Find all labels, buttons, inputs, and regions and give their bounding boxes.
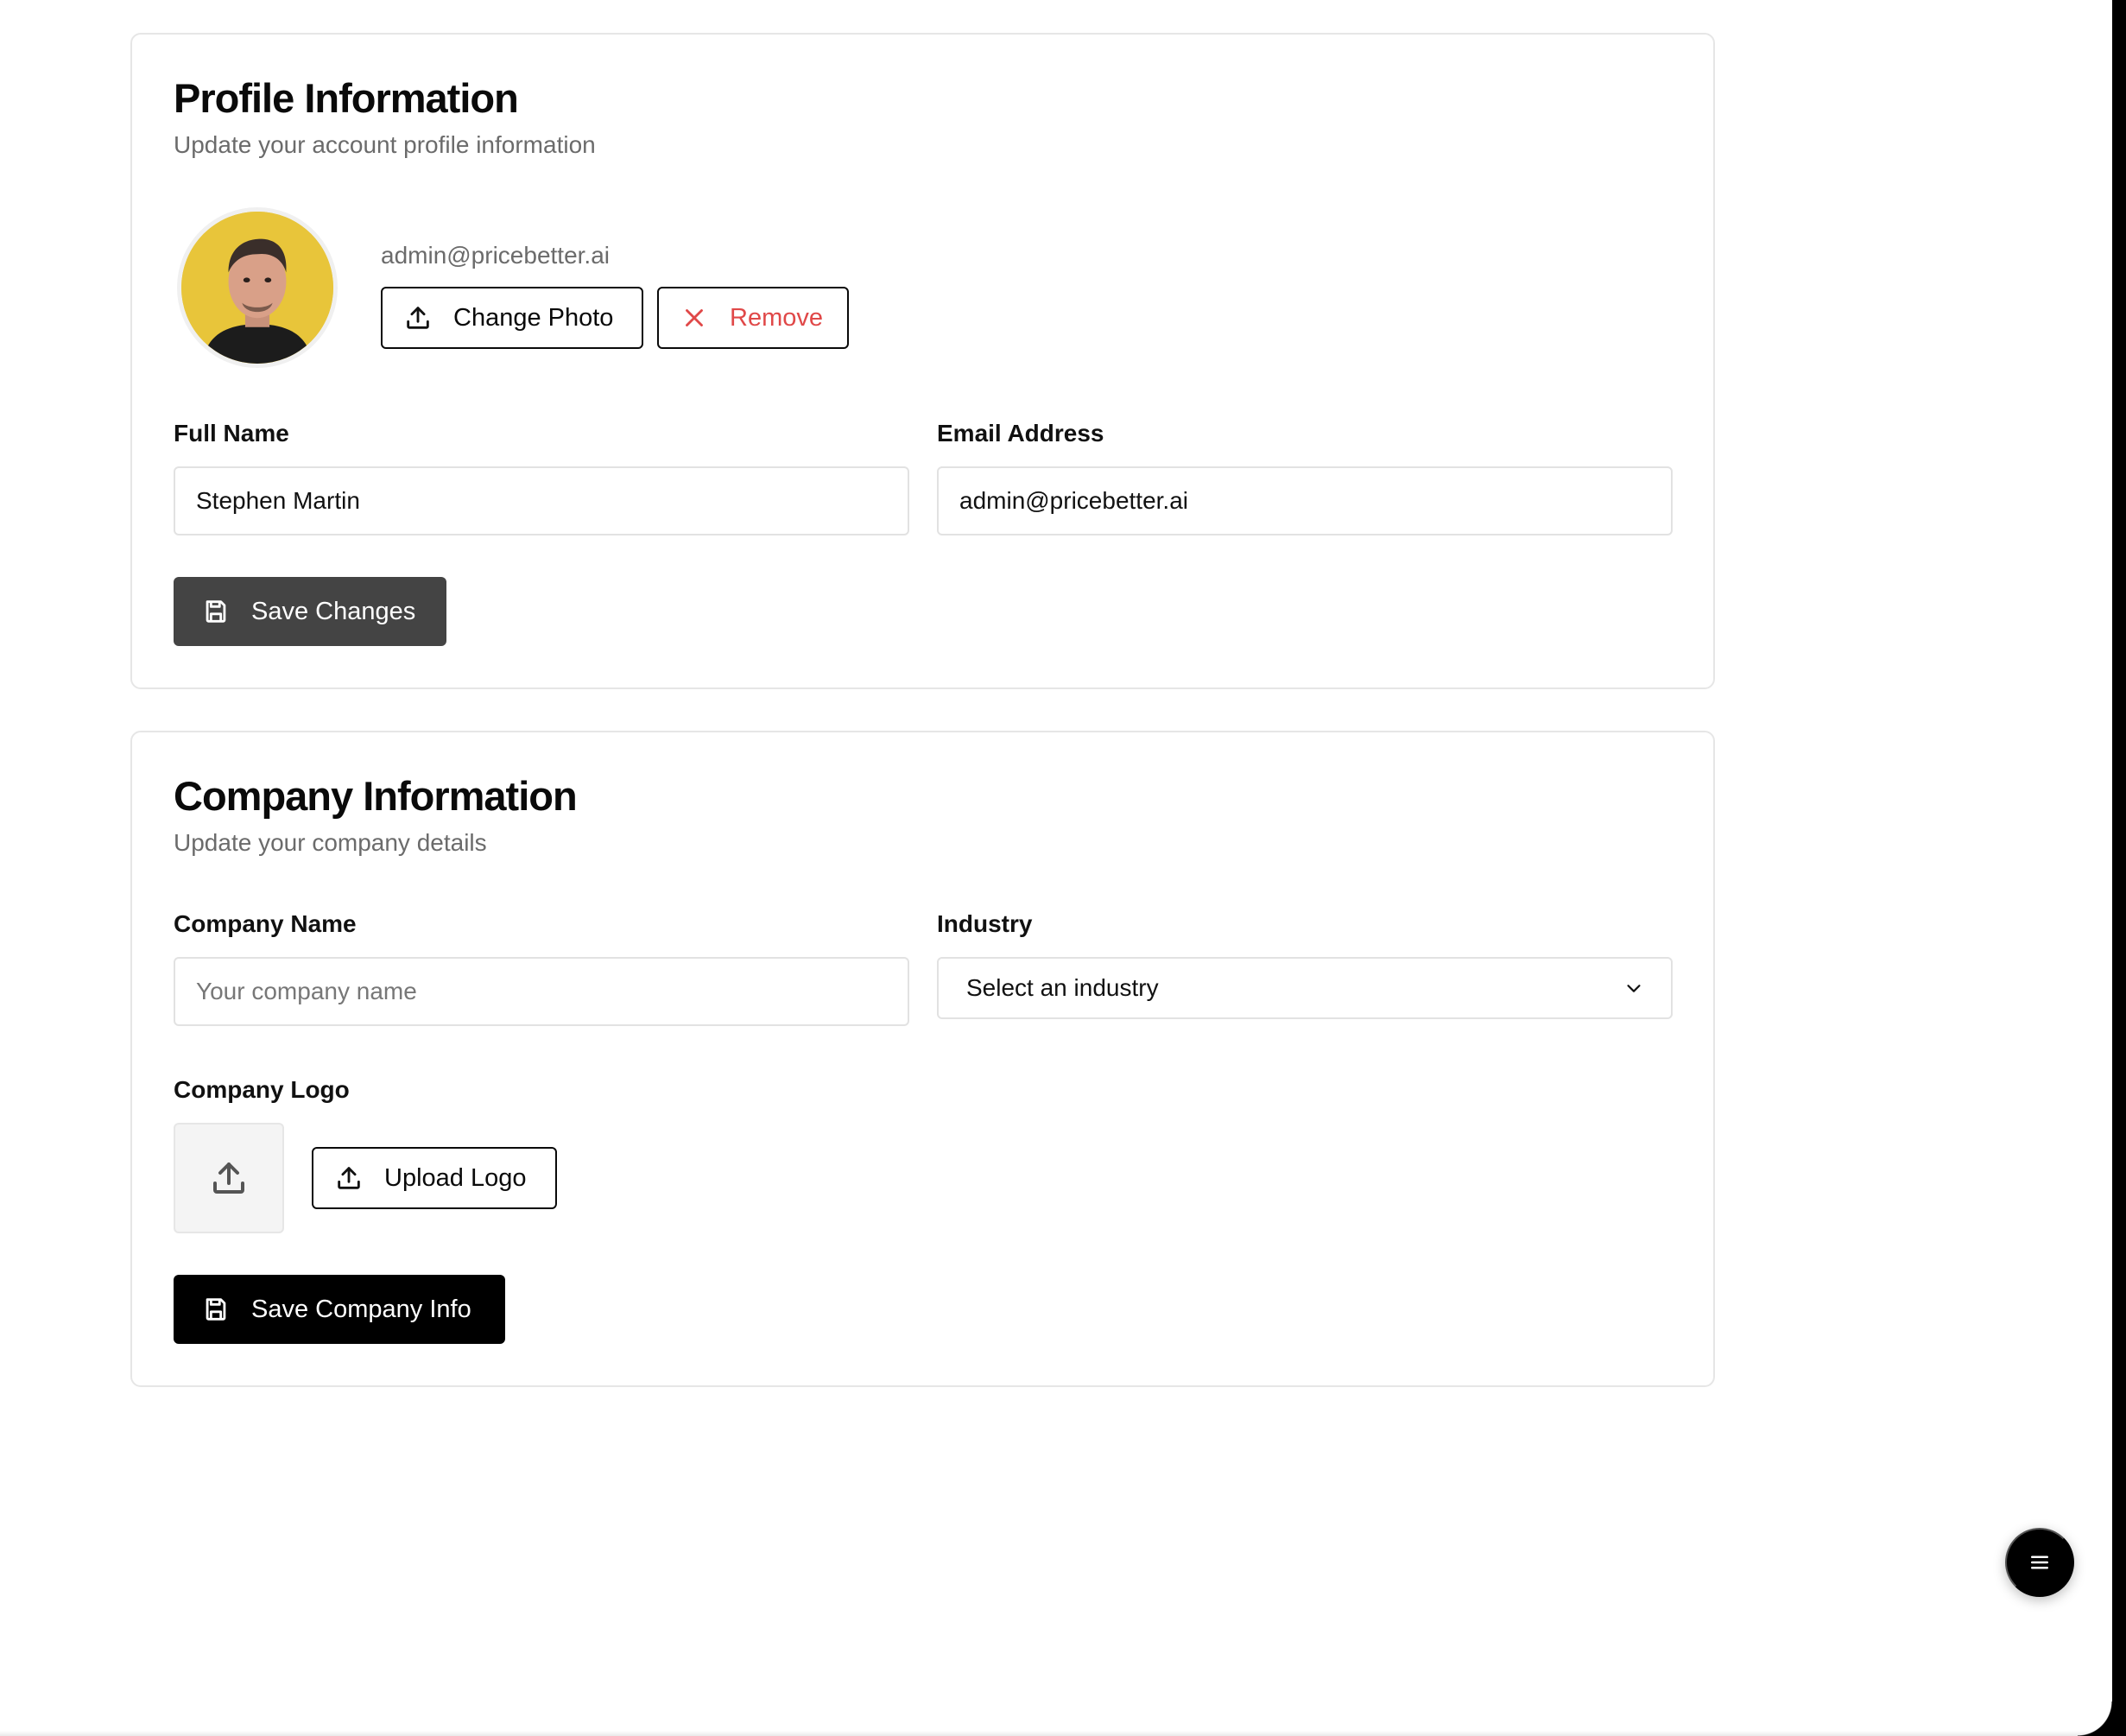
close-icon (680, 303, 709, 333)
industry-label: Industry (937, 910, 1033, 937)
company-title: Company Information (174, 773, 578, 819)
change-photo-label: Change Photo (453, 303, 614, 332)
upload-icon (334, 1163, 364, 1193)
logo-preview[interactable] (174, 1123, 284, 1233)
save-icon (201, 597, 231, 626)
save-company-info-label: Save Company Info (251, 1295, 471, 1323)
save-changes-button[interactable]: Save Changes (174, 577, 446, 646)
upload-logo-button[interactable]: Upload Logo (312, 1147, 557, 1209)
profile-email-caption: admin@pricebetter.ai (381, 242, 611, 269)
change-photo-button[interactable]: Change Photo (381, 287, 643, 349)
profile-card: Profile Information Update your account … (130, 33, 1715, 689)
save-changes-label: Save Changes (251, 597, 416, 625)
floating-menu-button[interactable] (2005, 1528, 2074, 1597)
industry-selected-value: Select an industry (966, 974, 1159, 1001)
email-address-label: Email Address (937, 420, 1104, 447)
settings-page: Profile Information Update your account … (0, 0, 2126, 1736)
company-name-label: Company Name (174, 910, 357, 937)
save-icon (201, 1295, 231, 1324)
company-logo-label: Company Logo (174, 1076, 350, 1103)
remove-photo-button[interactable]: Remove (657, 287, 849, 349)
profile-subtitle: Update your account profile information (174, 131, 596, 158)
avatar-photo (181, 212, 333, 364)
upload-icon (213, 1163, 244, 1194)
window-right-edge (2112, 0, 2126, 1736)
email-address-input[interactable]: admin@pricebetter.ai (937, 466, 1673, 535)
page-bottom-edge (0, 1731, 2126, 1736)
full-name-input[interactable]: Stephen Martin (174, 466, 909, 535)
save-company-info-button[interactable]: Save Company Info (174, 1275, 505, 1344)
avatar (177, 207, 338, 368)
full-name-label: Full Name (174, 420, 289, 447)
industry-select[interactable]: Select an industry (937, 957, 1673, 1019)
remove-photo-label: Remove (730, 303, 823, 332)
company-name-input[interactable]: Your company name (174, 957, 909, 1026)
company-subtitle: Update your company details (174, 829, 487, 856)
profile-title: Profile Information (174, 75, 519, 121)
menu-icon (2031, 1555, 2048, 1569)
company-card: Company Information Update your company … (130, 731, 1715, 1387)
upload-logo-label: Upload Logo (384, 1163, 527, 1192)
chevron-down-icon (1624, 979, 1643, 998)
upload-icon (403, 303, 433, 333)
